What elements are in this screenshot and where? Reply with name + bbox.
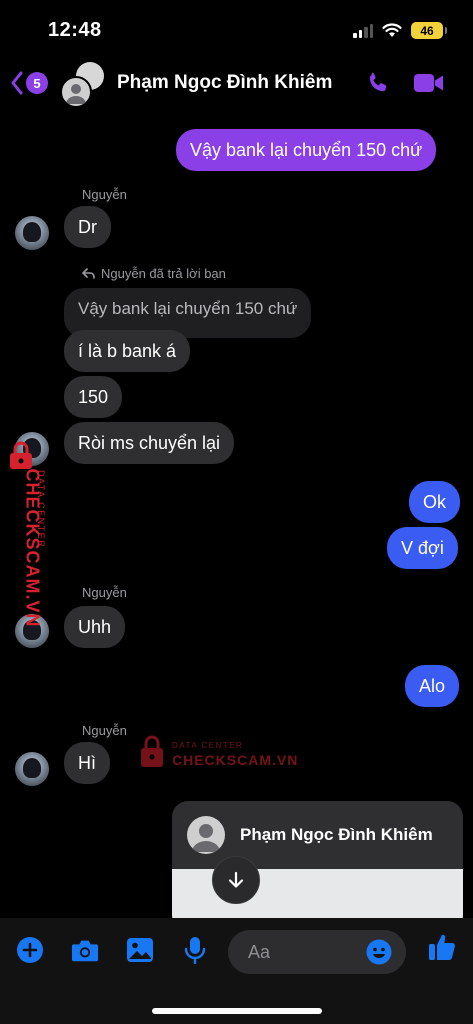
default-user-icon bbox=[192, 824, 220, 852]
default-user-icon bbox=[66, 84, 86, 104]
voice-button[interactable] bbox=[181, 936, 209, 964]
camera-button[interactable] bbox=[71, 936, 99, 964]
watermark-vertical: DATA CENTER CHECKSCAM.VN bbox=[4, 440, 54, 640]
message-received[interactable]: Ròi ms chuyển lại bbox=[64, 422, 235, 464]
like-button[interactable] bbox=[427, 932, 457, 967]
contact-name[interactable]: Phạm Ngọc Đình Khiêm bbox=[117, 72, 332, 94]
sender-name: Nguyễn bbox=[82, 723, 127, 738]
watermark-big-text: CHECKSCAM.VN bbox=[172, 752, 299, 768]
card-contact-name: Phạm Ngọc Đình Khiêm bbox=[240, 825, 433, 844]
message-received[interactable]: Dr bbox=[64, 206, 111, 248]
status-bar: 12:48 46 bbox=[0, 0, 473, 60]
card-avatar bbox=[187, 816, 225, 854]
watermark-big-text: CHECKSCAM.VN bbox=[22, 468, 43, 628]
message-received[interactable]: í là b bank á bbox=[64, 330, 191, 372]
message-input[interactable]: Aa bbox=[228, 930, 406, 974]
message-sent[interactable]: V đợi bbox=[387, 527, 458, 569]
lock-icon bbox=[10, 441, 32, 469]
battery-indicator: 46 bbox=[411, 22, 447, 39]
sender-name: Nguyễn bbox=[82, 187, 127, 202]
group-avatar[interactable] bbox=[60, 62, 106, 108]
message-sent[interactable]: Vậy bank lại chuyển 150 chứ bbox=[176, 129, 437, 171]
message-sent[interactable]: Ok bbox=[409, 481, 461, 523]
sender-name: Nguyễn bbox=[82, 585, 127, 600]
message-sent[interactable]: Alo bbox=[405, 665, 460, 707]
reply-arrow-icon bbox=[82, 268, 95, 279]
unread-badge: 5 bbox=[26, 72, 48, 94]
message-received[interactable]: Uhh bbox=[64, 606, 126, 648]
camera-icon bbox=[71, 940, 99, 962]
wifi-icon bbox=[382, 23, 402, 37]
avatar-primary bbox=[60, 76, 92, 108]
scroll-to-bottom-button[interactable] bbox=[212, 856, 260, 904]
phone-icon[interactable] bbox=[365, 70, 391, 96]
emoji-icon[interactable] bbox=[366, 939, 392, 965]
status-indicators: 46 bbox=[353, 22, 447, 39]
sender-avatar[interactable] bbox=[15, 216, 49, 250]
watermark-center: DATA CENTER CHECKSCAM.VN bbox=[140, 734, 300, 774]
arrow-down-icon bbox=[228, 871, 244, 888]
home-indicator bbox=[152, 1008, 322, 1014]
sender-avatar[interactable] bbox=[15, 752, 49, 786]
gallery-button[interactable] bbox=[126, 936, 154, 964]
message-received[interactable]: 150 bbox=[64, 376, 123, 418]
composer-bar: Aa bbox=[0, 918, 473, 1024]
watermark-small-text: DATA CENTER bbox=[172, 741, 244, 750]
video-camera-icon[interactable] bbox=[413, 71, 445, 95]
microphone-icon bbox=[184, 937, 206, 964]
conversation-header: 5 Phạm Ngọc Đình Khiêm bbox=[0, 60, 473, 112]
reply-note-text: Nguyễn đã trả lời bạn bbox=[101, 266, 226, 281]
image-icon bbox=[127, 938, 153, 962]
header-actions bbox=[365, 70, 445, 96]
status-time: 12:48 bbox=[48, 19, 102, 41]
cellular-signal-icon bbox=[353, 23, 373, 38]
plus-icon bbox=[17, 937, 43, 963]
composer-actions bbox=[16, 936, 209, 964]
lock-icon bbox=[141, 735, 163, 767]
message-received[interactable]: Hì bbox=[64, 742, 110, 784]
reply-note: Nguyễn đã trả lời bạn bbox=[82, 266, 226, 281]
chevron-left-icon bbox=[11, 71, 23, 95]
back-button[interactable]: 5 bbox=[10, 70, 48, 96]
add-button[interactable] bbox=[16, 936, 44, 964]
message-input-placeholder: Aa bbox=[248, 941, 271, 962]
thumbs-up-icon bbox=[429, 934, 455, 960]
